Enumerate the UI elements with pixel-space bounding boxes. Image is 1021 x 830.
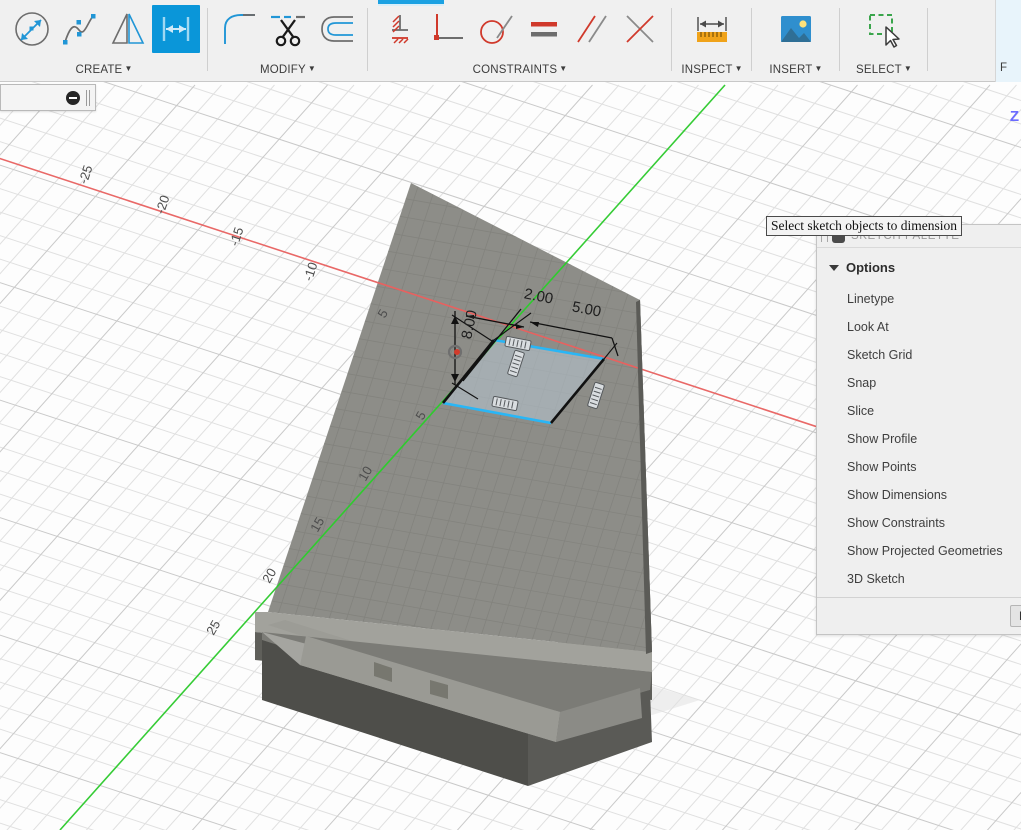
chevron-down-icon xyxy=(829,264,839,271)
main-toolbar: CREATE ▼ MODIFY ▼ CONSTRAINTS ▼ INSPECT … xyxy=(0,0,1021,82)
palette-option-look-at[interactable]: Look At xyxy=(817,313,1021,341)
chevron-down-icon: ▼ xyxy=(307,64,317,73)
palette-option-show-constraints[interactable]: Show Constraints xyxy=(817,509,1021,537)
constraint-fix-icon[interactable] xyxy=(376,5,424,53)
chevron-down-icon: ▼ xyxy=(903,64,913,73)
chevron-down-icon: ▼ xyxy=(814,64,823,73)
palette-option-show-points[interactable]: Show Points xyxy=(817,453,1021,481)
toolbar-group-modify: MODIFY ▼ xyxy=(208,0,368,81)
offset-icon[interactable] xyxy=(312,5,360,53)
options-list: Linetype Look At Sketch Grid Snap Slice Show … xyxy=(817,285,1021,593)
constraint-parallel-icon[interactable] xyxy=(568,5,616,53)
toolbar-group-label-select[interactable]: SELECT ▼ xyxy=(842,59,926,81)
circle-icon[interactable] xyxy=(8,5,56,53)
chevron-down-icon: ▼ xyxy=(559,64,568,73)
chevron-down-icon: ▼ xyxy=(734,64,743,73)
toolbar-group-label-create[interactable]: CREATE ▼ xyxy=(2,59,206,81)
constraint-equal-icon[interactable] xyxy=(520,5,568,53)
label-text-insert: INSERT xyxy=(769,64,813,76)
constraint-perpendicular-icon[interactable] xyxy=(424,5,472,53)
palette-option-snap[interactable]: Snap xyxy=(817,369,1021,397)
sketch-palette: SKETCH PALETTE Options Linetype Look At Sk… xyxy=(816,224,1021,635)
toolbar-group-overflow[interactable]: F xyxy=(995,0,1021,82)
sketch-dimension-icon[interactable] xyxy=(152,5,200,53)
collapse-minus-icon[interactable] xyxy=(66,90,80,105)
label-text-create: CREATE xyxy=(75,64,123,76)
toolbar-group-insert: INSERT ▼ xyxy=(752,0,840,81)
tooltip: Select sketch objects to dimension xyxy=(766,216,962,236)
finish-sketch-button[interactable]: Finish Sketch xyxy=(1009,605,1021,627)
toolbar-group-label-overflow: F xyxy=(1000,62,1008,74)
label-text-select: SELECT xyxy=(855,64,902,76)
constraint-tangent-icon[interactable] xyxy=(472,5,520,53)
toolbar-group-constraints: CONSTRAINTS ▼ xyxy=(368,0,672,81)
mirror-icon[interactable] xyxy=(104,5,152,53)
toolbar-group-label-insert[interactable]: INSERT ▼ xyxy=(754,59,838,81)
sketch-palette-footer: Finish Sketch xyxy=(817,597,1021,634)
palette-option-sketch-grid[interactable]: Sketch Grid xyxy=(817,341,1021,369)
z-axis-indicator: Z xyxy=(1009,108,1019,125)
view-toolbar-strip[interactable] xyxy=(0,84,96,111)
options-section-header[interactable]: Options xyxy=(817,256,1021,285)
label-text-modify: MODIFY xyxy=(259,64,306,76)
palette-option-show-projected-geometries[interactable]: Show Projected Geometries xyxy=(817,537,1021,565)
insert-image-icon[interactable] xyxy=(772,5,820,53)
toolbar-group-inspect: INSPECT ▼ xyxy=(672,0,752,81)
label-text-inspect: INSPECT xyxy=(681,64,733,76)
drag-grip-handle[interactable] xyxy=(86,89,90,106)
spline-icon[interactable] xyxy=(56,5,104,53)
toolbar-group-label-constraints[interactable]: CONSTRAINTS ▼ xyxy=(370,59,670,81)
palette-option-linetype[interactable]: Linetype xyxy=(817,285,1021,313)
palette-option-slice[interactable]: Slice xyxy=(817,397,1021,425)
chevron-down-icon: ▼ xyxy=(124,64,133,73)
toolbar-group-label-inspect[interactable]: INSPECT ▼ xyxy=(674,59,750,81)
options-header-label: Options xyxy=(846,260,896,275)
trim-scissors-icon[interactable] xyxy=(264,5,312,53)
toolbar-group-select: SELECT ▼ xyxy=(840,0,928,81)
fillet-icon[interactable] xyxy=(216,5,264,53)
toolbar-group-create: CREATE ▼ xyxy=(0,0,208,81)
palette-option-3d-sketch[interactable]: 3D Sketch xyxy=(817,565,1021,593)
constraint-midpoint-icon[interactable] xyxy=(616,5,664,53)
label-text-constraints: CONSTRAINTS xyxy=(472,64,558,76)
select-cursor-icon[interactable] xyxy=(860,5,908,53)
palette-option-show-profile[interactable]: Show Profile xyxy=(817,425,1021,453)
sketch-palette-body: Options Linetype Look At Sketch Grid Snap Sl… xyxy=(817,247,1021,597)
measure-ruler-icon[interactable] xyxy=(688,5,736,53)
palette-option-show-dimensions[interactable]: Show Dimensions xyxy=(817,481,1021,509)
active-tab-indicator xyxy=(378,0,444,6)
toolbar-group-label-modify[interactable]: MODIFY ▼ xyxy=(210,59,366,81)
